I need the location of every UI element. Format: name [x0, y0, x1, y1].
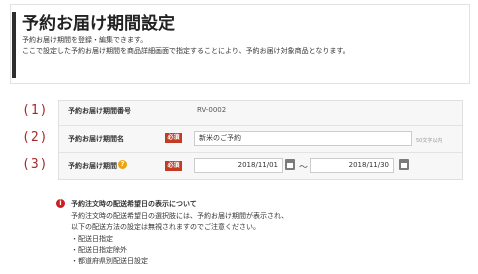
notice-list-item: ・都道府県別配送日設定	[71, 257, 148, 265]
char-limit-hint: 50文字以内	[416, 138, 443, 144]
header-accent-bar	[12, 12, 16, 78]
calendar-icon[interactable]	[399, 159, 409, 170]
notice-list-item: ・配送日指定	[71, 235, 113, 243]
period-name-input[interactable]: 新米のご予約	[194, 131, 412, 146]
page-title: 予約お届け期間設定	[22, 14, 175, 34]
page-description-line: ここで設定した予約お届け期間を商品詳細画面で指定することにより、予約お届け対象商…	[22, 47, 350, 55]
end-date-input[interactable]: 2018/11/30	[310, 158, 394, 173]
required-badge: 必須	[165, 161, 182, 171]
start-date-input[interactable]: 2018/11/01	[194, 158, 283, 173]
notice-list-item: ・配送日指定除外	[71, 246, 127, 254]
row-number: (3)	[22, 157, 49, 172]
field-label-period-number: 予約お届け期間番号	[68, 107, 131, 115]
row-divider	[59, 125, 462, 126]
notice-line: 以下の配送方法の設定は無視されますのでご注意ください。	[71, 223, 260, 231]
page-description-line: 予約お届け期間を登録・編集できます。	[22, 36, 148, 44]
calendar-icon[interactable]	[285, 159, 295, 170]
notice-title: 予約注文時の配送希望日の表示について	[71, 200, 197, 208]
row-number: (1)	[22, 103, 49, 118]
info-icon: i	[56, 199, 65, 208]
period-number-value: RV-0002	[197, 106, 227, 114]
row-number: (2)	[22, 130, 49, 145]
row-divider	[59, 152, 462, 153]
date-range-separator: 〜	[299, 163, 309, 173]
help-icon[interactable]: ?	[118, 160, 127, 169]
field-label-period-name: 予約お届け期間名	[68, 135, 124, 143]
notice-line: 予約注文時の配送希望日の選択肢には、予約お届け期間が表示され、	[71, 212, 289, 220]
required-badge: 必須	[165, 133, 182, 143]
field-label-period: 予約お届け期間	[68, 162, 117, 170]
